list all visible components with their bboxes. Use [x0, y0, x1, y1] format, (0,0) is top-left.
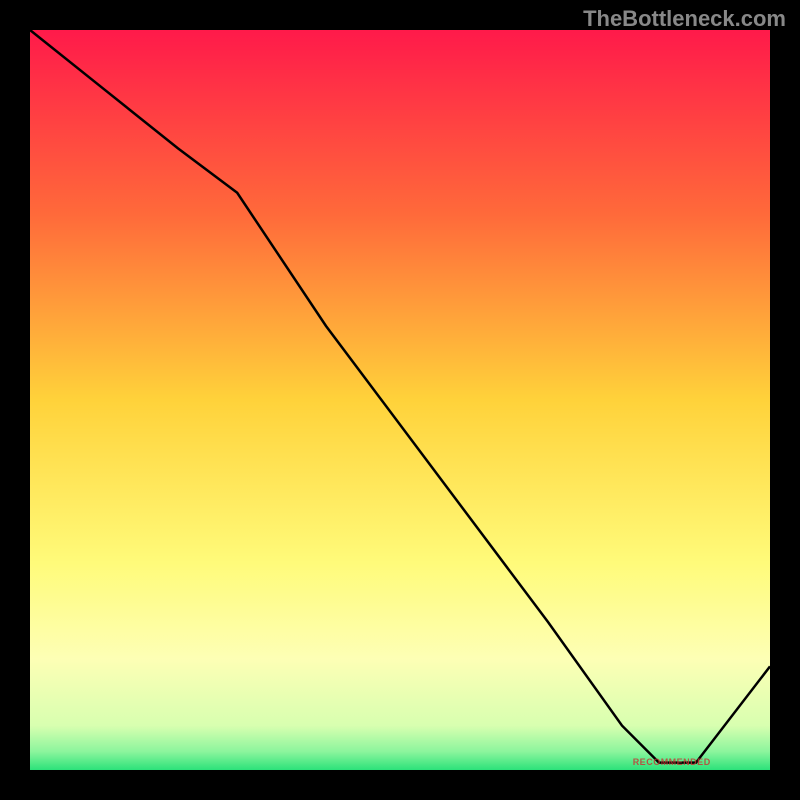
- gradient-background: [30, 30, 770, 770]
- plot-area: RECOMMENDED: [30, 30, 770, 770]
- watermark-text: TheBottleneck.com: [583, 6, 786, 32]
- recommended-label: RECOMMENDED: [633, 757, 711, 767]
